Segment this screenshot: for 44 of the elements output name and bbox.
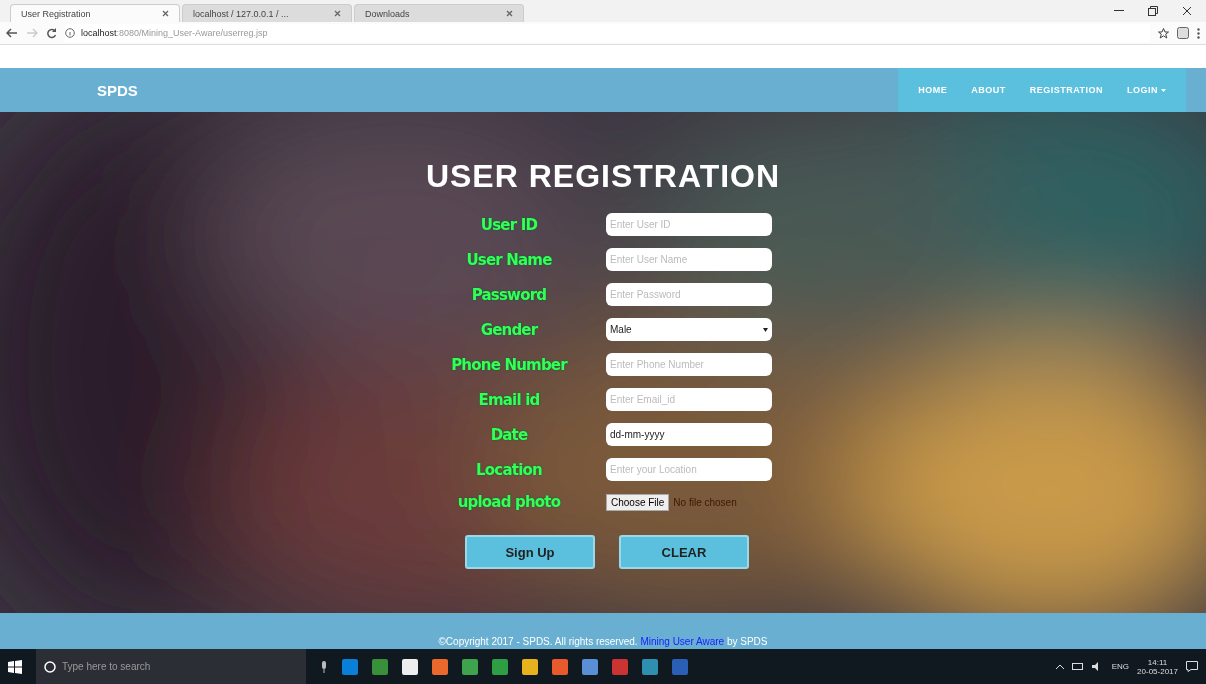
field-label: upload photo bbox=[456, 493, 562, 511]
gender-dropdown[interactable]: Male bbox=[606, 318, 772, 341]
field-label: Gender bbox=[479, 320, 539, 339]
field-label: Email id bbox=[477, 390, 541, 409]
back-icon[interactable] bbox=[6, 28, 18, 38]
app-icon[interactable] bbox=[402, 658, 418, 675]
menu-icon[interactable] bbox=[1197, 27, 1200, 39]
app-icon[interactable] bbox=[522, 658, 538, 675]
browser-tab[interactable]: localhost / 127.0.0.1 / ... bbox=[182, 4, 352, 22]
minimize-icon[interactable] bbox=[1114, 10, 1124, 12]
file-status: No file chosen bbox=[673, 496, 737, 508]
footer-link[interactable]: Mining User Aware bbox=[640, 636, 725, 647]
extension-icon[interactable] bbox=[1177, 27, 1189, 39]
browser-tab[interactable]: Downloads bbox=[354, 4, 524, 22]
page-title: USER REGISTRATION bbox=[425, 158, 781, 195]
notification-icon[interactable] bbox=[1186, 661, 1198, 672]
search-field[interactable]: Type here to search bbox=[36, 649, 306, 684]
info-icon bbox=[65, 28, 75, 38]
close-icon[interactable] bbox=[162, 10, 169, 17]
close-icon[interactable] bbox=[1182, 6, 1192, 16]
app-icon[interactable] bbox=[462, 658, 478, 675]
microphone-icon[interactable] bbox=[320, 660, 328, 673]
windows-icon[interactable] bbox=[8, 659, 22, 674]
copyright-text: ©Copyright 2017 - SPDS. All rights reserved. Mining User Aware by SPDS bbox=[438, 636, 768, 647]
field-label: User Name bbox=[465, 250, 553, 269]
star-icon[interactable] bbox=[1158, 27, 1169, 39]
form-button[interactable]: Sign Up bbox=[465, 535, 595, 569]
field-label: Date bbox=[489, 425, 529, 444]
field-label: User ID bbox=[479, 215, 539, 234]
field-label: Password bbox=[470, 285, 548, 304]
language-indicator[interactable]: ENG bbox=[1111, 662, 1130, 671]
restore-icon[interactable] bbox=[1148, 6, 1158, 16]
chevron-icon[interactable] bbox=[1055, 664, 1064, 669]
field-label: Phone Number bbox=[450, 355, 569, 374]
battery-icon[interactable] bbox=[1071, 663, 1084, 670]
caret-icon bbox=[763, 327, 768, 332]
address-bar[interactable]: localhost:8080/Mining_User-Aware/userreg.jsp bbox=[65, 24, 1150, 42]
form-button[interactable]: CLEAR bbox=[619, 535, 749, 569]
field-label: Location bbox=[475, 460, 543, 479]
date-field[interactable]: dd-mm-yyyy bbox=[606, 423, 772, 446]
clock[interactable]: 14:11 20-05-2017 bbox=[1137, 657, 1178, 676]
reload-icon[interactable] bbox=[46, 27, 57, 39]
search-icon bbox=[44, 660, 56, 673]
browser-tab[interactable]: User Registration bbox=[10, 4, 180, 22]
